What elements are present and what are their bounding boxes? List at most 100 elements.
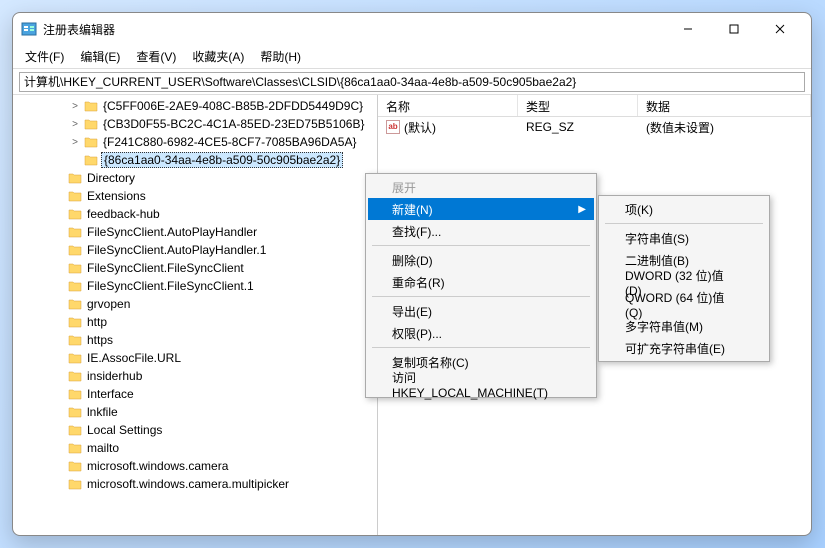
menubar: 文件(F)编辑(E)查看(V)收藏夹(A)帮助(H) [13, 45, 811, 69]
tree-item[interactable]: Directory [13, 169, 377, 187]
tree-item-label: http [85, 315, 109, 329]
tree-item[interactable]: http [13, 313, 377, 331]
submenu-arrow-icon: ▶ [578, 204, 586, 215]
tree-item[interactable]: feedback-hub [13, 205, 377, 223]
context-menu-item[interactable]: 可扩充字符串值(E) [601, 337, 767, 359]
tree-item[interactable]: FileSyncClient.AutoPlayHandler.1 [13, 241, 377, 259]
expander-icon[interactable] [53, 316, 65, 328]
folder-icon [68, 172, 82, 184]
tree-item-label: {CB3D0F55-BC2C-4C1A-85ED-23ED75B5106B} [101, 117, 366, 131]
window-controls [665, 14, 803, 44]
context-menu-item[interactable]: 访问 HKEY_LOCAL_MACHINE(T) [368, 373, 594, 395]
context-menu-item[interactable]: 查找(F)... [368, 220, 594, 242]
folder-icon [68, 298, 82, 310]
minimize-button[interactable] [665, 14, 711, 44]
tree-item[interactable]: {86ca1aa0-34aa-4e8b-a509-50c905bae2a2} [13, 151, 377, 169]
expander-icon[interactable] [53, 244, 65, 256]
tree-item-label: {86ca1aa0-34aa-4e8b-a509-50c905bae2a2} [101, 152, 343, 168]
tree-item[interactable]: mailto [13, 439, 377, 457]
tree-item[interactable]: Extensions [13, 187, 377, 205]
expander-icon[interactable] [53, 370, 65, 382]
context-menu-item[interactable]: 多字符串值(M) [601, 315, 767, 337]
folder-icon [68, 280, 82, 292]
expander-icon[interactable] [53, 280, 65, 292]
expander-icon[interactable] [53, 352, 65, 364]
expander-icon[interactable] [53, 406, 65, 418]
expander-icon[interactable] [53, 460, 65, 472]
expander-icon[interactable] [53, 172, 65, 184]
expander-icon[interactable] [69, 154, 81, 166]
tree-item[interactable]: https [13, 331, 377, 349]
context-menu-item[interactable]: 新建(N)▶ [368, 198, 594, 220]
tree-item[interactable]: Interface [13, 385, 377, 403]
folder-icon [68, 244, 82, 256]
watermark: @稀土掘金技术社区 [692, 515, 809, 534]
menu-item[interactable]: 编辑(E) [74, 46, 126, 67]
tree-panel[interactable]: >{C5FF006E-2AE9-408C-B85B-2DFDD5449D9C}>… [13, 95, 378, 535]
tree-item[interactable]: > {C5FF006E-2AE9-408C-B85B-2DFDD5449D9C} [13, 97, 377, 115]
expander-icon[interactable]: > [69, 118, 81, 130]
value-type: REG_SZ [518, 120, 638, 134]
context-menu-item[interactable]: 重命名(R) [368, 271, 594, 293]
folder-icon [68, 478, 82, 490]
context-menu-item[interactable]: 删除(D) [368, 249, 594, 271]
expander-icon[interactable]: > [69, 136, 81, 148]
context-menu-item[interactable]: QWORD (64 位)值(Q) [601, 293, 767, 315]
tree-item-label: grvopen [85, 297, 132, 311]
close-button[interactable] [757, 14, 803, 44]
tree-item[interactable]: >{F241C880-6982-4CE5-8CF7-7085BA96DA5A} [13, 133, 377, 151]
expander-icon[interactable]: > [69, 100, 81, 112]
tree-item[interactable]: lnkfile [13, 403, 377, 421]
tree-item[interactable]: microsoft.windows.camera.multipicker [13, 475, 377, 493]
tree-item-label: FileSyncClient.FileSyncClient [85, 261, 246, 275]
tree-item[interactable]: FileSyncClient.FileSyncClient.1 [13, 277, 377, 295]
context-menu-item[interactable]: 导出(E) [368, 300, 594, 322]
tree-item-label: microsoft.windows.camera.multipicker [85, 477, 291, 491]
context-menu-item[interactable]: 字符串值(S) [601, 227, 767, 249]
folder-icon [84, 118, 98, 130]
tree-item[interactable]: FileSyncClient.FileSyncClient [13, 259, 377, 277]
folder-icon [68, 370, 82, 382]
tree-item[interactable]: > {CB3D0F55-BC2C-4C1A-85ED-23ED75B5106B} [13, 115, 377, 133]
tree-item[interactable]: microsoft.windows.camera [13, 457, 377, 475]
folder-icon [68, 424, 82, 436]
expander-icon[interactable] [53, 208, 65, 220]
context-menu-main[interactable]: 展开新建(N)▶查找(F)... 删除(D)重命名(R) 导出(E)权限(P)...… [365, 173, 597, 398]
tree-item-label: {C5FF006E-2AE9-408C-B85B-2DFDD5449D9C} [101, 99, 365, 113]
expander-icon[interactable] [53, 442, 65, 454]
expander-icon[interactable] [53, 226, 65, 238]
tree-item[interactable]: FileSyncClient.AutoPlayHandler [13, 223, 377, 241]
tree-item-label: IE.AssocFile.URL [85, 351, 183, 365]
tree-item[interactable]: IE.AssocFile.URL [13, 349, 377, 367]
expander-icon[interactable] [53, 334, 65, 346]
expander-icon[interactable] [53, 190, 65, 202]
tree-item[interactable]: grvopen [13, 295, 377, 313]
tree-item[interactable]: Local Settings [13, 421, 377, 439]
context-menu-item[interactable]: 权限(P)... [368, 322, 594, 344]
folder-icon [68, 226, 82, 238]
expander-icon[interactable] [53, 298, 65, 310]
address-input[interactable]: 计算机\HKEY_CURRENT_USER\Software\Classes\C… [19, 72, 805, 92]
tree-item-label: lnkfile [85, 405, 120, 419]
menu-item[interactable]: 文件(F) [19, 46, 70, 67]
context-menu-item: 展开 [368, 176, 594, 198]
expander-icon[interactable] [53, 262, 65, 274]
folder-icon [68, 460, 82, 472]
menu-item[interactable]: 帮助(H) [254, 46, 307, 67]
col-data[interactable]: 数据 [638, 95, 811, 116]
col-type[interactable]: 类型 [518, 95, 638, 116]
expander-icon[interactable] [53, 478, 65, 490]
maximize-button[interactable] [711, 14, 757, 44]
expander-icon[interactable] [53, 388, 65, 400]
expander-icon[interactable] [53, 424, 65, 436]
context-menu-item[interactable]: 项(K) [601, 198, 767, 220]
menu-item[interactable]: 收藏夹(A) [186, 46, 250, 67]
context-menu-new[interactable]: 项(K)字符串值(S)二进制值(B)DWORD (32 位)值(D)QWORD … [598, 195, 770, 362]
list-row[interactable]: ab(默认)REG_SZ(数值未设置) [378, 117, 811, 137]
tree-item[interactable]: insiderhub [13, 367, 377, 385]
menu-item[interactable]: 查看(V) [130, 46, 182, 67]
col-name[interactable]: 名称 [378, 95, 518, 116]
tree-item-label: https [85, 333, 115, 347]
folder-icon [84, 136, 98, 148]
tree-item-label: feedback-hub [85, 207, 162, 221]
